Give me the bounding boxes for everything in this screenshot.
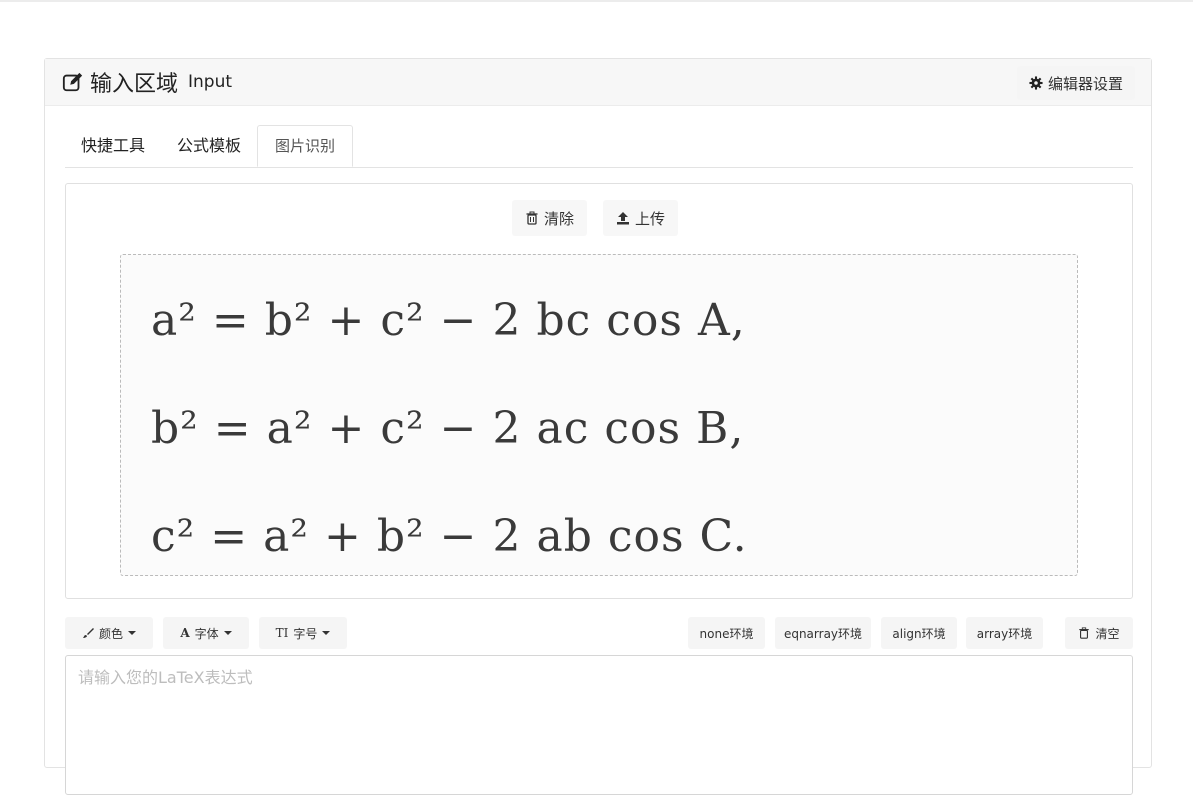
font-size-dropdown[interactable]: TI 字号 bbox=[259, 617, 347, 649]
caret-down-icon bbox=[223, 631, 232, 635]
trash-icon bbox=[1079, 627, 1090, 639]
env-none-button[interactable]: none环境 bbox=[688, 617, 765, 649]
panel-header: 输入区域 Input 编辑器设置 bbox=[45, 59, 1151, 106]
clear-all-button[interactable]: 清空 bbox=[1065, 617, 1133, 649]
panel-title-en: Input bbox=[188, 72, 233, 92]
tab-quick-tools[interactable]: 快捷工具 bbox=[81, 125, 145, 167]
upload-icon bbox=[617, 212, 630, 225]
caret-down-icon bbox=[322, 631, 331, 635]
image-preview: a² = b² + c² − 2 bc cos A, b² = a² + c² … bbox=[120, 254, 1078, 576]
latex-input[interactable] bbox=[65, 655, 1133, 795]
brush-icon bbox=[82, 628, 94, 638]
clear-all-label: 清空 bbox=[1095, 626, 1120, 641]
latex-toolbar: 颜色 A 字体 TI 字号 none环境 eqnarray环境 align环境 … bbox=[65, 617, 1133, 649]
trash-icon bbox=[526, 211, 538, 225]
env-align-button[interactable]: align环境 bbox=[881, 617, 957, 649]
caret-down-icon bbox=[128, 631, 136, 635]
font-label: 字体 bbox=[194, 626, 219, 641]
panel-title-cn: 输入区域 bbox=[90, 72, 179, 97]
formula-line: b² = a² + c² − 2 ac cos B, bbox=[151, 403, 745, 454]
clear-image-button[interactable]: 清除 bbox=[512, 200, 588, 236]
color-dropdown[interactable]: 颜色 bbox=[65, 617, 153, 649]
env-eqnarray-button[interactable]: eqnarray环境 bbox=[775, 617, 871, 649]
editor-settings-label: 编辑器设置 bbox=[1047, 74, 1123, 93]
upload-image-label: 上传 bbox=[635, 209, 666, 228]
color-label: 颜色 bbox=[98, 626, 123, 641]
font-icon: A bbox=[180, 626, 190, 640]
env-array-button[interactable]: array环境 bbox=[966, 617, 1043, 649]
preview-image-content: a² = b² + c² − 2 bc cos A, b² = a² + c² … bbox=[151, 275, 1051, 565]
panel-title: 输入区域 Input bbox=[62, 68, 233, 97]
tab-image-recognition[interactable]: 图片识别 bbox=[257, 125, 353, 167]
top-divider bbox=[0, 0, 1193, 2]
font-dropdown[interactable]: A 字体 bbox=[163, 617, 249, 649]
input-panel: 输入区域 Input 编辑器设置 快捷工具 公式模板 图片识别 清除 上传 a²… bbox=[44, 58, 1152, 795]
tab-bar: 快捷工具 公式模板 图片识别 bbox=[65, 125, 1133, 168]
image-recognition-pane: 清除 上传 a² = b² + c² − 2 bc cos A, b² = a²… bbox=[65, 183, 1133, 599]
ocr-actions: 清除 上传 bbox=[512, 200, 679, 236]
clear-image-label: 清除 bbox=[544, 209, 575, 228]
formula-line: c² = a² + b² − 2 ab cos C. bbox=[151, 511, 748, 562]
tab-formula-templates[interactable]: 公式模板 bbox=[177, 125, 241, 167]
editor-settings-button[interactable]: 编辑器设置 bbox=[1016, 66, 1135, 100]
font-size-label: 字号 bbox=[293, 626, 318, 641]
edit-icon bbox=[62, 71, 84, 93]
gear-icon bbox=[1029, 76, 1043, 90]
formula-line: a² = b² + c² − 2 bc cos A, bbox=[151, 295, 746, 346]
upload-image-button[interactable]: 上传 bbox=[603, 200, 679, 236]
text-height-icon: TI bbox=[275, 626, 289, 640]
